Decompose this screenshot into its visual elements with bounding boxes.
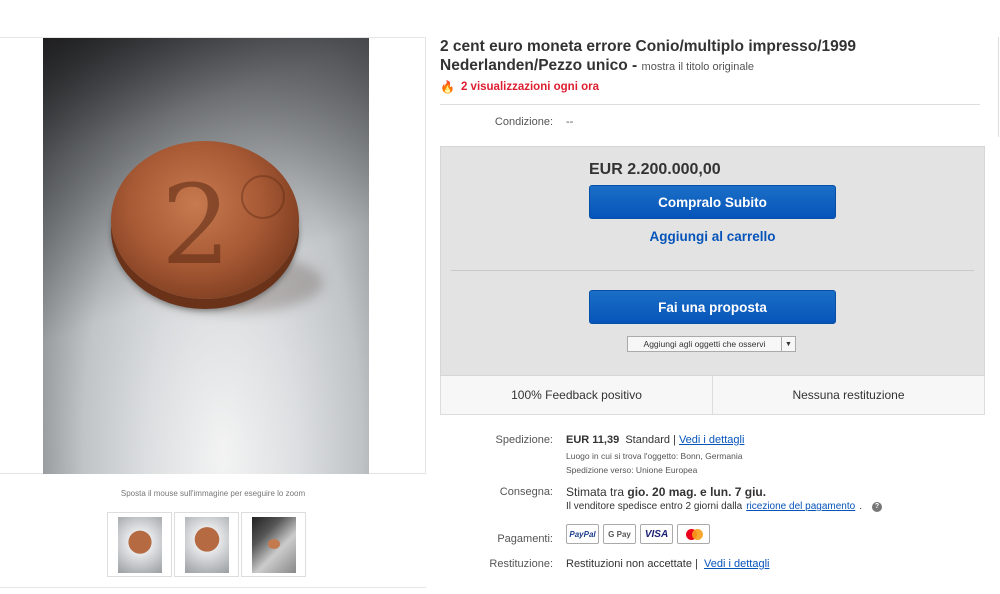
returns-policy-summary: Nessuna restituzione: [712, 376, 984, 414]
payment-receipt-link[interactable]: ricezione del pagamento: [746, 501, 855, 512]
mastercard-icon: [677, 524, 710, 544]
returns-label: Restituzione:: [489, 558, 553, 570]
payment-methods: PayPal G Pay VISA: [566, 524, 710, 544]
payments-label: Pagamenti:: [497, 533, 553, 545]
main-product-image[interactable]: 2: [43, 38, 369, 474]
thumbnail-strip: [107, 512, 306, 577]
delivery-label: Consegna:: [499, 486, 553, 498]
thumbnail-1[interactable]: [107, 512, 172, 577]
divider: [440, 104, 980, 105]
divider: [0, 587, 426, 588]
visa-icon: VISA: [640, 524, 673, 544]
coin-image: 2: [111, 141, 299, 299]
condition-label: Condizione:: [494, 116, 553, 128]
flame-icon: 🔥: [440, 80, 455, 94]
delivery-estimate: Stimata tra gio. 20 mag. e lun. 7 giu.: [566, 485, 767, 499]
zoom-hint: Sposta il mouse sull'immagine per esegui…: [120, 489, 306, 498]
shipping-cost: EUR 11,39: [566, 434, 620, 446]
shipping-info: EUR 11,39 Standard | Vedi i dettagli: [566, 434, 744, 446]
dispatch-info: Il venditore spedisce entro 2 giorni dal…: [566, 501, 882, 512]
show-original-title-link[interactable]: mostra il titolo originale: [642, 61, 755, 73]
shipping-label: Spedizione:: [495, 434, 554, 446]
add-to-watchlist-dropdown[interactable]: Aggiungi agli oggetti che osservi ▼: [627, 336, 796, 352]
returns-info: Restituzioni non accettate | Vedi i dett…: [566, 558, 770, 570]
divider: [451, 270, 974, 271]
help-icon[interactable]: ?: [871, 501, 882, 512]
condition-value: --: [566, 116, 574, 128]
google-pay-icon: G Pay: [603, 524, 636, 544]
price: EUR 2.200.000,00: [589, 161, 721, 178]
seller-highlights: 100% Feedback positivo Nessuna restituzi…: [440, 376, 985, 415]
buy-now-button[interactable]: Compralo Subito: [589, 185, 836, 219]
dropdown-arrow-icon[interactable]: ▼: [781, 337, 795, 351]
paypal-icon: PayPal: [566, 524, 599, 544]
ship-to: Spedizione verso: Unione Europea: [566, 465, 698, 475]
image-gallery: 2: [0, 37, 426, 474]
returns-details-link[interactable]: Vedi i dettagli: [704, 558, 769, 570]
thumbnail-3[interactable]: [241, 512, 306, 577]
shipping-method: Standard |: [625, 434, 676, 446]
shipping-details-link[interactable]: Vedi i dettagli: [679, 434, 744, 446]
feedback-positive: 100% Feedback positivo: [511, 388, 642, 402]
listing-title: 2 cent euro moneta errore Conio/multiplo…: [440, 38, 857, 74]
views-indicator: 🔥 2 visualizzazioni ogni ora: [440, 80, 599, 94]
add-to-cart-link[interactable]: Aggiungi al carrello: [589, 229, 836, 244]
thumbnail-2[interactable]: [174, 512, 239, 577]
item-location: Luogo in cui si trova l'oggetto: Bonn, G…: [566, 451, 743, 461]
make-offer-button[interactable]: Fai una proposta: [589, 290, 836, 324]
buy-box: EUR 2.200.000,00 Compralo Subito Aggiung…: [440, 146, 985, 376]
